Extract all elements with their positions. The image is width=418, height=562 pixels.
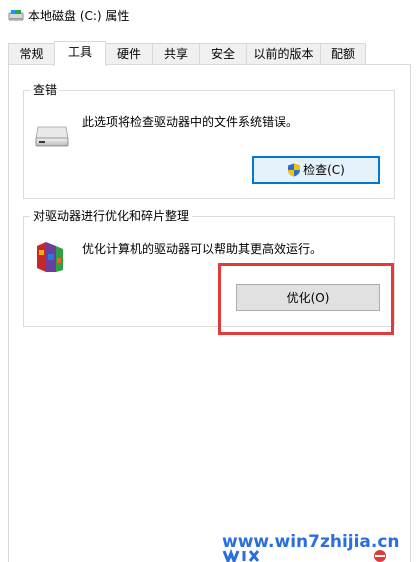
tab-tools[interactable]: 工具 [54, 41, 106, 66]
optimize-description: 优化计算机的驱动器可以帮助其更高效运行。 [82, 242, 323, 256]
optimize-title: 对驱动器进行优化和碎片整理 [30, 208, 193, 224]
window-title: 本地磁盘 (C:) 属性 [28, 9, 130, 23]
error-checking-description: 此选项将检查驱动器中的文件系统错误。 [82, 115, 299, 129]
tab-security[interactable]: 安全 [199, 43, 247, 64]
tab-previous-versions[interactable]: 以前的版本 [246, 43, 321, 64]
highlight-box [218, 263, 394, 335]
uac-shield-icon [288, 163, 301, 177]
check-button-label: 检查(C) [303, 163, 345, 177]
tab-hardware[interactable]: 硬件 [105, 43, 153, 64]
check-button[interactable]: 检查(C) [252, 156, 380, 184]
defrag-icon [37, 242, 63, 272]
tab-general[interactable]: 常规 [8, 43, 55, 64]
drive-icon [35, 126, 69, 147]
error-checking-title: 查错 [30, 82, 61, 98]
tab-sharing[interactable]: 共享 [152, 43, 200, 64]
watermark-logo [222, 549, 386, 562]
title-bar[interactable]: 本地磁盘 (C:) 属性 [0, 0, 418, 32]
tab-quota[interactable]: 配额 [320, 43, 366, 64]
tab-strip: 常规 工具 硬件 共享 安全 以前的版本 配额 [8, 41, 410, 66]
drive-icon [8, 10, 24, 21]
